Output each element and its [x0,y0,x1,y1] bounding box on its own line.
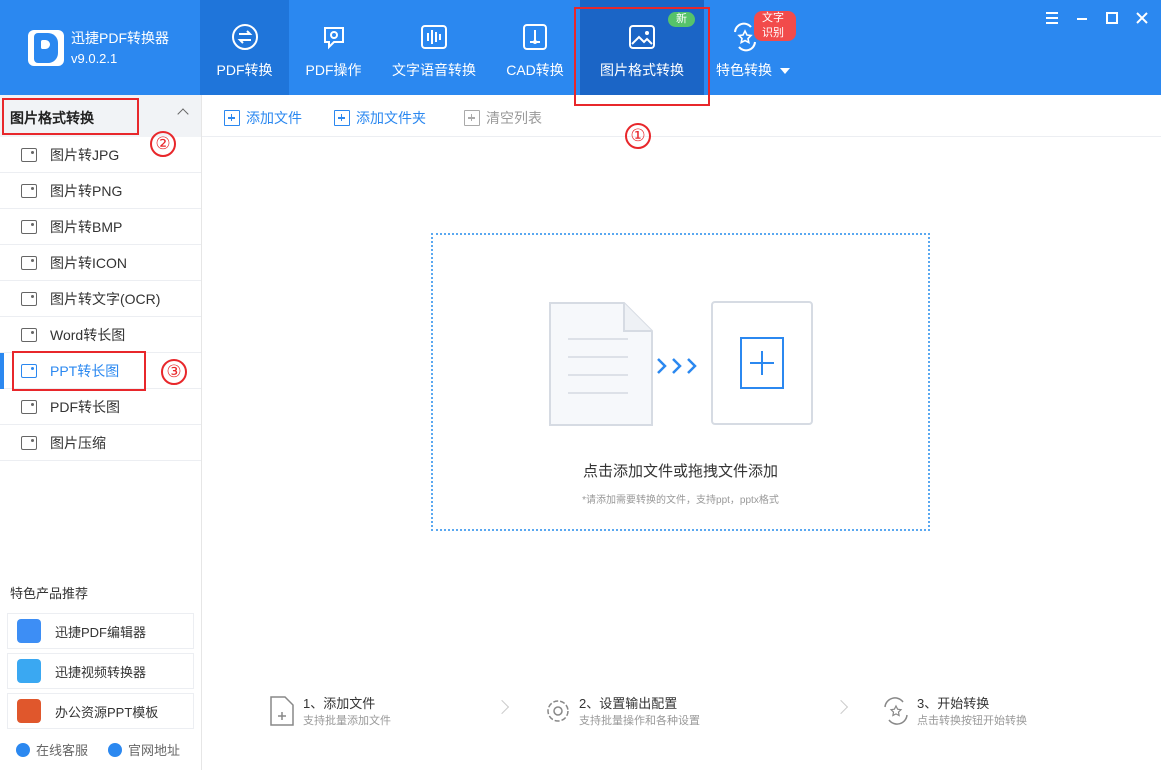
image-file-icon [21,255,37,270]
sidebar-item-to-icon[interactable]: 图片转ICON [0,245,201,281]
browser-icon [108,742,123,757]
step-desc: 点击转换按钮开始转换 [917,715,1027,727]
ppt-template-icon [17,699,41,723]
recommend-label: 迅捷视频转换器 [55,664,147,680]
recommend-video-converter[interactable]: 迅捷视频转换器 [7,653,194,689]
cad-icon [523,24,547,50]
convert-icon [231,24,258,50]
website-link[interactable]: 官网地址 [108,740,180,759]
sidebar-item-to-bmp[interactable]: 图片转BMP [0,209,201,245]
app-logo-icon [28,30,64,66]
annotation-number-2: ② [150,131,176,157]
nav-label: PDF操作 [305,62,362,78]
chevron-right-icon [833,699,849,715]
add-file-button[interactable]: 添加文件 [224,108,302,128]
app-name: 迅捷PDF转换器 [71,30,169,46]
step-desc: 支持批量添加文件 [303,715,391,727]
audio-wave-icon [421,25,447,49]
close-icon[interactable] [1134,10,1150,26]
annotation-box-1 [574,7,710,106]
step-title: 3、开始转换 [917,696,990,711]
sidebar-item-label: Word转长图 [50,326,126,343]
sidebar: 图片格式转换 图片转JPG 图片转PNG 图片转BMP 图片转ICON 图片转文… [0,95,202,770]
sidebar-item-label: 图片转PNG [50,182,123,199]
image-file-icon [21,219,37,234]
step-title: 1、添加文件 [303,696,376,711]
recommend-title: 特色产品推荐 [10,586,89,601]
online-service-link[interactable]: 在线客服 [16,740,88,759]
add-folder-icon [334,110,350,126]
nav-label: PDF转换 [216,62,273,78]
step-output-config: 2、设置输出配置支持批量操作和各种设置 [543,695,700,729]
image-file-icon [21,147,37,162]
nav-pdf-convert[interactable]: PDF转换 [200,0,289,95]
sidebar-item-word-long-image[interactable]: Word转长图 [0,317,201,353]
sidebar-item-label: 图片转JPG [50,146,120,163]
convert-step-icon [884,697,908,725]
nav-label: 特色转换 [716,60,790,80]
menu-icon[interactable] [1044,10,1060,26]
sidebar-item-label: PDF转长图 [50,398,120,415]
ocr-badge: 文字识别 [754,11,796,41]
sidebar-item-compress[interactable]: 图片压缩 [0,425,201,461]
drop-zone-instruction: 点击添加文件或拖拽文件添加 [582,463,778,480]
file-drop-zone[interactable]: 点击添加文件或拖拽文件添加 *请添加需要转换的文件，支持ppt，pptx格式 [431,233,930,531]
pdf-editor-icon [17,619,41,643]
video-converter-icon [17,659,41,683]
sidebar-item-label: 图片转ICON [50,254,127,271]
sidebar-item-label: 图片压缩 [50,434,106,451]
compress-icon [21,435,37,450]
sidebar-item-pdf-long-image[interactable]: PDF转长图 [0,389,201,425]
chevron-up-icon [177,108,189,120]
annotation-box-2 [2,98,139,135]
recommend-ppt-template[interactable]: 办公资源PPT模板 [7,693,194,729]
trash-icon [464,110,480,126]
app-version: v9.0.2.1 [71,51,118,66]
add-file-step-icon [270,696,294,726]
settings-step-icon [547,700,569,722]
recommend-label: 迅捷PDF编辑器 [55,624,147,640]
nav-label: 文字语音转换 [392,62,476,78]
step-desc: 支持批量操作和各种设置 [579,715,700,727]
word-file-icon [21,327,37,342]
sidebar-item-label: 图片转BMP [50,218,123,235]
dropdown-arrow-icon [779,68,790,75]
recommend-pdf-editor[interactable]: 迅捷PDF编辑器 [7,613,194,649]
nav-text-voice[interactable]: 文字语音转换 [378,0,490,95]
step-title: 2、设置输出配置 [579,696,678,711]
drop-illustration-icon [549,301,813,426]
drop-zone-hint: *请添加需要转换的文件，支持ppt，pptx格式 [582,495,779,506]
gear-icon [323,27,344,50]
sidebar-footer: 在线客服 官网地址 [16,740,180,759]
pdf-image-icon [21,399,37,414]
minimize-icon[interactable] [1074,10,1090,26]
customer-service-icon [16,742,30,757]
nav-label: CAD转换 [506,62,564,78]
step-add-file: 1、添加文件支持批量添加文件 [267,695,391,729]
recommend-label: 办公资源PPT模板 [55,704,159,720]
clear-list-button[interactable]: 清空列表 [464,108,542,128]
sidebar-item-to-png[interactable]: 图片转PNG [0,173,201,209]
add-folder-button[interactable]: 添加文件夹 [334,108,426,128]
text-icon [21,291,37,306]
nav-special-convert[interactable]: 特色转换 文字识别 [704,0,796,95]
annotation-box-3 [12,351,146,391]
sidebar-list: 图片转JPG 图片转PNG 图片转BMP 图片转ICON 图片转文字(OCR) … [0,137,201,461]
annotation-number-3: ③ [161,359,187,385]
nav-pdf-operate[interactable]: PDF操作 [289,0,378,95]
sidebar-item-label: 图片转文字(OCR) [50,290,161,307]
sidebar-item-ocr[interactable]: 图片转文字(OCR) [0,281,201,317]
annotation-number-1: ① [625,123,651,149]
step-start-convert: 3、开始转换点击转换按钮开始转换 [881,695,1027,729]
add-file-icon [224,110,240,126]
nav-cad-convert[interactable]: CAD转换 [490,0,580,95]
chevron-right-icon [494,699,510,715]
image-file-icon [21,183,37,198]
maximize-icon[interactable] [1104,10,1120,26]
